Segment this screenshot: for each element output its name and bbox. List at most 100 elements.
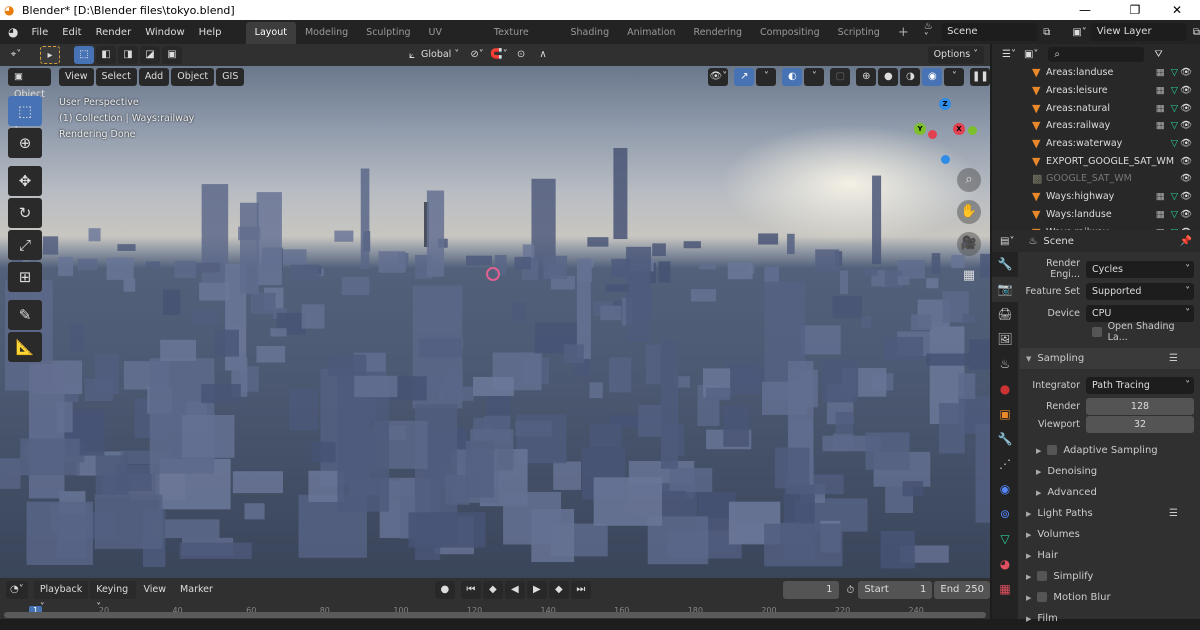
menu-view[interactable]: View [58,68,94,86]
mesh-data-icon[interactable]: ▽ [1171,67,1178,78]
panel-volumes[interactable]: ▶ Volumes [1020,524,1200,545]
zoom-view-icon[interactable]: ⌕ [957,168,981,192]
physics-tab-icon[interactable]: ◉ [992,477,1018,502]
ortho-toggle-icon[interactable]: ▦ [957,264,981,288]
modifier-icon[interactable]: ▦ [1156,103,1165,114]
device-dropdown[interactable]: CPU ˅ [1086,304,1194,322]
visibility-eye-icon[interactable]: 👁 [1180,67,1192,78]
falloff-icon[interactable]: ∧ [533,46,553,64]
modifier-icon[interactable]: ▦ [1156,209,1165,220]
cursor-tool-icon[interactable]: ⊕ [8,128,42,158]
visibility-icon[interactable]: 👁˅ [708,68,729,86]
options-dropdown[interactable]: Options ˅ [927,46,984,64]
overlay-dropdown[interactable]: ˅ [804,68,825,86]
output-tab-icon[interactable]: 🖨 [992,302,1018,327]
adaptive-checkbox[interactable] [1047,445,1058,455]
render-engine-dropdown[interactable]: Cycles ˅ [1086,260,1194,278]
menu-object[interactable]: Object [171,68,215,86]
tab-scripting[interactable]: Scripting [829,22,889,44]
tab-compositing[interactable]: Compositing [751,22,829,44]
wireframe-shading-icon[interactable]: ⊕ [856,68,877,86]
scene-name-field[interactable]: Scene [941,23,1038,41]
scale-tool-icon[interactable]: ⤢ [8,230,42,260]
3d-cursor-icon[interactable] [486,267,500,281]
outliner-item[interactable]: ▼ Areas:leisure ▦ ▽ 👁 [992,82,1200,100]
new-view-layer-icon[interactable]: ⧉ [1193,27,1200,38]
constraints-tab-icon[interactable]: ⊚ [992,502,1018,527]
outliner-item[interactable]: ▼ Areas:railway ▦ ▽ 👁 [992,117,1200,135]
scene-tab-icon[interactable]: ♨ [992,352,1018,377]
new-scene-icon[interactable]: ⧉ [1043,27,1050,38]
tab-shading[interactable]: Shading [562,22,619,44]
display-mode-icon[interactable]: ☰˅ [1002,49,1016,60]
modifier-icon[interactable]: ▦ [1156,85,1165,96]
mesh-data-icon[interactable]: ▽ [1171,191,1178,202]
world-tab-icon[interactable]: ● [992,377,1018,402]
view-layer-field[interactable]: View Layer [1090,23,1187,41]
menu-edit[interactable]: Edit [55,27,88,38]
transform-tool-icon[interactable]: ⊞ [8,262,42,292]
camera-view-icon[interactable]: 🎥 [957,232,981,256]
tab-rendering[interactable]: Rendering [685,22,752,44]
gizmo-dropdown[interactable]: ˅ [756,68,777,86]
close-button[interactable]: ✕ [1154,0,1200,20]
view-layer-icon[interactable]: ▣˅ [1072,27,1086,38]
mesh-data-icon[interactable]: ▽ [1171,209,1178,220]
tab-modeling[interactable]: Modeling [296,22,357,44]
presets-icon[interactable]: ☰ [1169,503,1178,524]
editor-type-icon[interactable]: ▤˅ [1000,236,1014,247]
timeline-scrollbar[interactable] [4,612,986,618]
shading-dropdown[interactable]: ˅ [944,68,965,86]
outliner-item[interactable]: ▼ Areas:natural ▦ ▽ 👁 [992,99,1200,117]
mesh-data-icon[interactable]: ▽ [1171,138,1178,149]
outliner-item[interactable]: ▼ Ways:landuse ▦ ▽ 👁 [992,206,1200,224]
mesh-data-icon[interactable]: ▽ [1171,103,1178,114]
denoising-subpanel[interactable]: ▶ Denoising [1020,461,1200,482]
gizmo-x-axis[interactable]: X [953,123,965,135]
outliner-item[interactable]: ▼ EXPORT_GOOGLE_SAT_WM 👁 [992,152,1200,170]
annotate-tool-icon[interactable]: ✎ [8,300,42,330]
menu-file[interactable]: File [24,27,55,38]
select-intersect-icon[interactable]: ▣ [162,46,182,64]
select-extend-icon[interactable]: ◧ [96,46,116,64]
outliner-item[interactable]: ▩ GOOGLE_SAT_WM 👁 [992,170,1200,188]
navigation-gizmo[interactable]: Z X Y [910,95,980,170]
checkbox[interactable] [1092,327,1102,337]
menu-gis[interactable]: GIS [216,68,245,86]
xray-icon[interactable]: ▢ [830,68,851,86]
gizmo-neg-x[interactable] [928,130,937,139]
render-tab-icon[interactable]: 📷 [992,277,1018,302]
filter-view-layer-icon[interactable]: ▣˅ [1024,49,1038,60]
menu-window[interactable]: Window [138,27,191,38]
menu-help[interactable]: Help [192,27,229,38]
rotate-tool-icon[interactable]: ↻ [8,198,42,228]
visibility-eye-icon[interactable]: 👁 [1180,120,1192,131]
select-tool-icon[interactable]: ▸ [40,46,60,64]
data-tab-icon[interactable]: ▽ [992,527,1018,552]
tab-animation[interactable]: Animation [618,22,684,44]
material-tab-icon[interactable]: ◕ [992,552,1018,577]
menu-select[interactable]: Select [95,68,137,86]
panel-checkbox[interactable] [1037,571,1048,581]
add-workspace-button[interactable]: + [889,22,918,44]
modifier-tab-icon[interactable]: 🔧 [992,427,1018,452]
gizmo-neg-z[interactable] [941,155,950,164]
visibility-eye-icon[interactable]: 👁 [1180,138,1192,149]
outliner-item[interactable]: ▼ Areas:landuse ▦ ▽ 👁 [992,64,1200,82]
panel-checkbox[interactable] [1037,592,1048,602]
solid-shading-icon[interactable]: ● [878,68,899,86]
visibility-eye-icon[interactable]: 👁 [1180,173,1192,184]
blender-menu-icon[interactable]: ◕ [0,25,24,39]
gizmo-toggle-icon[interactable]: ↗ [734,68,755,86]
menu-add[interactable]: Add [138,68,170,86]
proportional-edit-icon[interactable]: ⊙ [511,46,531,64]
viewport-samples-field[interactable]: 32 [1086,415,1194,433]
select-box-tool-icon[interactable]: ⬚ [8,96,42,126]
scene-selector-icon[interactable]: ♨˅ [924,21,937,43]
filter-icon[interactable]: ⛛ [1154,49,1162,60]
panel-simplify[interactable]: ▶ Simplify [1020,566,1200,587]
presets-icon[interactable]: ☰ [1169,348,1178,369]
measure-tool-icon[interactable]: 📐 [8,332,42,362]
menu-render[interactable]: Render [89,27,139,38]
minimize-button[interactable]: — [1062,0,1108,20]
